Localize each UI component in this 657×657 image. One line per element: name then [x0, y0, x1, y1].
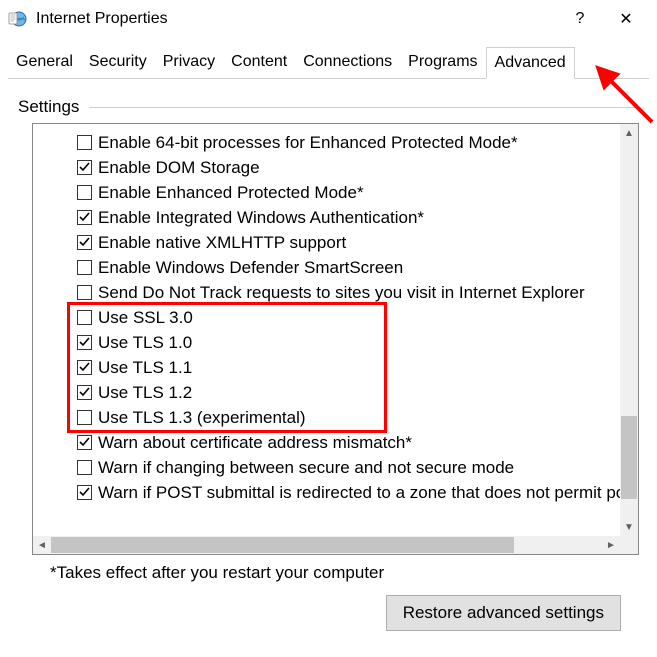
horizontal-scroll-track[interactable]: [51, 536, 602, 554]
setting-label: Enable native XMLHTTP support: [98, 233, 346, 253]
setting-label: Send Do Not Track requests to sites you …: [98, 283, 585, 303]
setting-label: Warn if changing between secure and not …: [98, 458, 514, 478]
setting-row[interactable]: Warn about certificate address mismatch*: [33, 430, 620, 455]
checkbox[interactable]: [77, 235, 92, 250]
setting-label: Enable Windows Defender SmartScreen: [98, 258, 403, 278]
checkbox[interactable]: [77, 210, 92, 225]
setting-row[interactable]: Send Do Not Track requests to sites you …: [33, 280, 620, 305]
checkbox[interactable]: [77, 185, 92, 200]
group-divider: [89, 107, 639, 108]
checkbox[interactable]: [77, 360, 92, 375]
checkbox[interactable]: [77, 160, 92, 175]
tab-advanced[interactable]: Advanced: [486, 47, 575, 79]
checkbox[interactable]: [77, 335, 92, 350]
vertical-scrollbar[interactable]: ▲ ▼: [620, 124, 638, 536]
horizontal-scroll-thumb[interactable]: [51, 537, 514, 553]
setting-label: Use TLS 1.1: [98, 358, 192, 378]
setting-label: Enable Integrated Windows Authentication…: [98, 208, 424, 228]
setting-row[interactable]: Use TLS 1.0: [33, 330, 620, 355]
setting-label: Use TLS 1.0: [98, 333, 192, 353]
checkbox[interactable]: [77, 385, 92, 400]
checkbox[interactable]: [77, 410, 92, 425]
vertical-scroll-thumb[interactable]: [621, 416, 637, 499]
setting-label: Enable Enhanced Protected Mode*: [98, 183, 364, 203]
setting-row[interactable]: Warn if changing between secure and not …: [33, 455, 620, 480]
close-button[interactable]: ✕: [603, 3, 649, 35]
tab-programs[interactable]: Programs: [400, 47, 485, 79]
setting-row[interactable]: Enable Integrated Windows Authentication…: [33, 205, 620, 230]
scroll-right-icon[interactable]: ►: [602, 540, 620, 551]
setting-row[interactable]: Enable DOM Storage: [33, 155, 620, 180]
setting-row[interactable]: Use TLS 1.1: [33, 355, 620, 380]
checkbox[interactable]: [77, 260, 92, 275]
internet-options-icon: [8, 9, 28, 29]
setting-label: Use TLS 1.2: [98, 383, 192, 403]
tab-general[interactable]: General: [8, 47, 81, 79]
tab-bar: GeneralSecurityPrivacyContentConnections…: [8, 46, 649, 79]
setting-label: Use SSL 3.0: [98, 308, 193, 328]
checkbox[interactable]: [77, 460, 92, 475]
footer-note: *Takes effect after you restart your com…: [50, 563, 639, 583]
setting-row[interactable]: Warn if POST submittal is redirected to …: [33, 480, 620, 505]
setting-row[interactable]: Enable Enhanced Protected Mode*: [33, 180, 620, 205]
setting-row[interactable]: Enable Windows Defender SmartScreen: [33, 255, 620, 280]
checkbox[interactable]: [77, 310, 92, 325]
group-title: Settings: [18, 97, 79, 117]
tab-privacy[interactable]: Privacy: [155, 47, 223, 79]
tab-content[interactable]: Content: [223, 47, 295, 79]
titlebar: Internet Properties ? ✕: [0, 0, 657, 38]
setting-row[interactable]: Use SSL 3.0: [33, 305, 620, 330]
setting-label: Enable 64-bit processes for Enhanced Pro…: [98, 133, 518, 153]
checkbox[interactable]: [77, 435, 92, 450]
setting-row[interactable]: Use TLS 1.3 (experimental): [33, 405, 620, 430]
setting-label: Use TLS 1.3 (experimental): [98, 408, 306, 428]
checkbox[interactable]: [77, 285, 92, 300]
scroll-down-icon[interactable]: ▼: [620, 518, 638, 536]
setting-label: Enable DOM Storage: [98, 158, 260, 178]
setting-label: Warn if POST submittal is redirected to …: [98, 483, 620, 503]
setting-label: Warn about certificate address mismatch*: [98, 433, 412, 453]
horizontal-scrollbar[interactable]: ◄ ►: [33, 536, 620, 554]
setting-row[interactable]: Enable native XMLHTTP support: [33, 230, 620, 255]
setting-row[interactable]: Enable 64-bit processes for Enhanced Pro…: [33, 130, 620, 155]
restore-advanced-settings-button[interactable]: Restore advanced settings: [386, 595, 621, 631]
settings-listbox: Enable 64-bit processes for Enhanced Pro…: [32, 123, 639, 555]
scroll-left-icon[interactable]: ◄: [33, 540, 51, 551]
checkbox[interactable]: [77, 135, 92, 150]
vertical-scroll-track[interactable]: [620, 142, 638, 518]
settings-group: Settings Enable 64-bit processes for Enh…: [18, 97, 639, 583]
checkbox[interactable]: [77, 485, 92, 500]
scroll-up-icon[interactable]: ▲: [620, 124, 638, 142]
tab-connections[interactable]: Connections: [295, 47, 400, 79]
tab-security[interactable]: Security: [81, 47, 155, 79]
help-button[interactable]: ?: [557, 3, 603, 35]
window-title: Internet Properties: [36, 10, 557, 28]
scroll-corner: [620, 536, 638, 554]
setting-row[interactable]: Use TLS 1.2: [33, 380, 620, 405]
